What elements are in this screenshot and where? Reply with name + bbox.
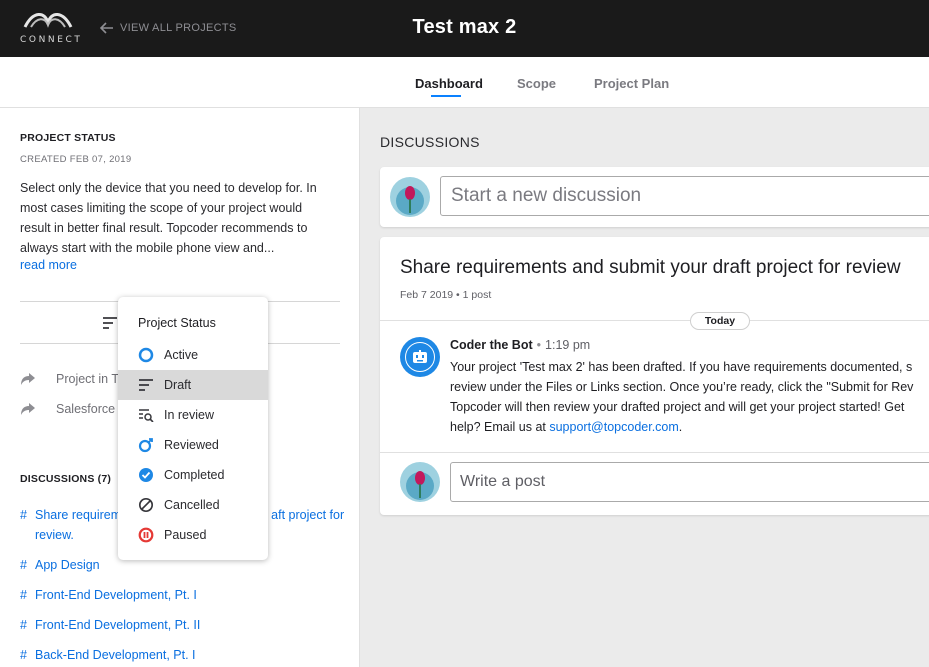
cancelled-icon [138,497,154,513]
description-line: always start with the mobile phone view … [20,241,275,255]
post-line: Your project 'Test max 2' has been draft… [450,360,913,374]
read-more-link[interactable]: read more [20,258,77,272]
description-line: result in better final result. Topcoder … [20,221,308,235]
robot-icon [413,350,427,363]
discussions-heading: DISCUSSIONS [380,134,480,150]
user-avatar[interactable] [400,462,440,502]
tab-scope[interactable]: Scope [517,76,556,91]
date-separator-badge: Today [690,312,750,330]
separator-dot: • [536,338,542,352]
project-link-salesforce[interactable]: Salesforce [20,400,115,418]
status-menu-title: Project Status [138,316,216,330]
status-option-cancelled[interactable]: Cancelled [118,490,268,520]
project-link-label: Project in T [56,372,119,386]
status-option-in-review[interactable]: In review [118,400,268,430]
project-link-label: Salesforce [56,402,116,416]
share-arrow-icon [21,403,35,415]
status-menu-trigger[interactable] [102,316,118,330]
discussion-label: App Design [35,558,100,572]
discussion-thread-card: Share requirements and submit your draft… [380,237,929,515]
connect-logo[interactable]: CONNECT [20,9,80,47]
description-line: Select only the device that you need to … [20,181,317,195]
discussion-label: Front-End Development, Pt. I [35,588,197,602]
hash-icon: # [20,558,27,572]
view-all-projects-link[interactable]: VIEW ALL PROJECTS [100,20,237,36]
draft-lines-icon [103,317,117,329]
check-circle-icon [138,467,154,483]
discussion-label: Back-End Development, Pt. I [35,648,196,662]
draft-lines-icon [138,377,154,393]
status-option-active[interactable]: Active [118,340,268,370]
in-review-icon [138,407,154,423]
connect-logo-icon [23,13,73,28]
description-line: most cases limiting the scope of your pr… [20,201,303,215]
hash-icon: # [20,588,27,602]
write-post-input[interactable]: Write a post [450,462,929,502]
bot-avatar[interactable] [400,337,440,377]
post-line: review under the Files or Links section.… [450,380,914,394]
top-header: CONNECT VIEW ALL PROJECTS Test max 2 [0,0,929,57]
discussion-link[interactable]: # Back-End Development, Pt. I [20,645,350,665]
new-discussion-card: Start a new discussion [380,167,929,227]
discussion-link[interactable]: # Front-End Development, Pt. I [20,585,350,605]
divider [380,452,929,453]
share-arrow-icon [21,373,35,385]
reviewed-icon [138,437,154,453]
hash-icon: # [20,508,27,522]
project-status-heading: PROJECT STATUS [20,132,116,144]
post-line: Topcoder will then review your drafted p… [450,400,905,414]
discussion-link[interactable]: # Front-End Development, Pt. II [20,615,350,635]
post-line-end: . [678,420,683,434]
support-email-link[interactable]: support@topcoder.com [549,420,678,434]
post-author[interactable]: Coder the Bot [450,338,533,352]
user-avatar[interactable] [390,177,430,217]
status-option-label: In review [164,408,215,422]
post-time: 1:19 pm [545,338,591,352]
hash-icon: # [20,648,27,662]
back-link-label: VIEW ALL PROJECTS [120,22,237,34]
status-option-label: Cancelled [164,498,220,512]
status-option-draft[interactable]: Draft [118,370,268,400]
status-option-completed[interactable]: Completed [118,460,268,490]
status-option-label: Draft [164,378,192,392]
logo-text: CONNECT [20,35,83,45]
divider [380,320,929,321]
arrow-left-icon [100,22,113,34]
discussion-label-part: aft project for [271,508,345,522]
project-description: Select only the device that you need to … [20,178,340,258]
status-option-label: Completed [164,468,225,482]
status-option-label: Paused [164,528,207,542]
post-body: Your project 'Test max 2' has been draft… [450,357,929,437]
active-circle-icon [138,347,154,363]
post-line: help? Email us at support@topcoder.com. [450,417,929,437]
created-date: CREATED FEB 07, 2019 [20,154,132,165]
discussion-label-part: review. [35,528,74,542]
active-tab-indicator [431,95,461,97]
paused-icon [138,527,154,543]
new-discussion-input[interactable]: Start a new discussion [440,176,929,216]
avatar-image [400,462,440,502]
tab-dashboard[interactable]: Dashboard [415,76,483,91]
discussion-label-part: Share requirem [35,508,122,522]
discussion-label: Front-End Development, Pt. II [35,618,201,632]
status-option-label: Reviewed [164,438,219,452]
post-header: Coder the Bot • 1:19 pm [450,338,590,352]
status-option-paused[interactable]: Paused [118,520,268,550]
tab-bar: Dashboard Scope Project Plan [0,57,929,108]
bot-avatar-ring [405,342,435,372]
thread-meta: Feb 7 2019 • 1 post [400,289,492,301]
project-status-menu: Project Status Active Draft In review Re… [118,297,268,560]
status-option-label: Active [164,348,199,362]
avatar-image [390,177,430,217]
hash-icon: # [20,618,27,632]
discussions-count-heading: DISCUSSIONS (7) [20,473,112,485]
thread-title[interactable]: Share requirements and submit your draft… [400,257,901,279]
tab-project-plan[interactable]: Project Plan [594,76,669,91]
post-line-text: help? Email us at [450,420,550,434]
status-option-reviewed[interactable]: Reviewed [118,430,268,460]
project-link-topcoder[interactable]: Project in T [20,370,119,388]
